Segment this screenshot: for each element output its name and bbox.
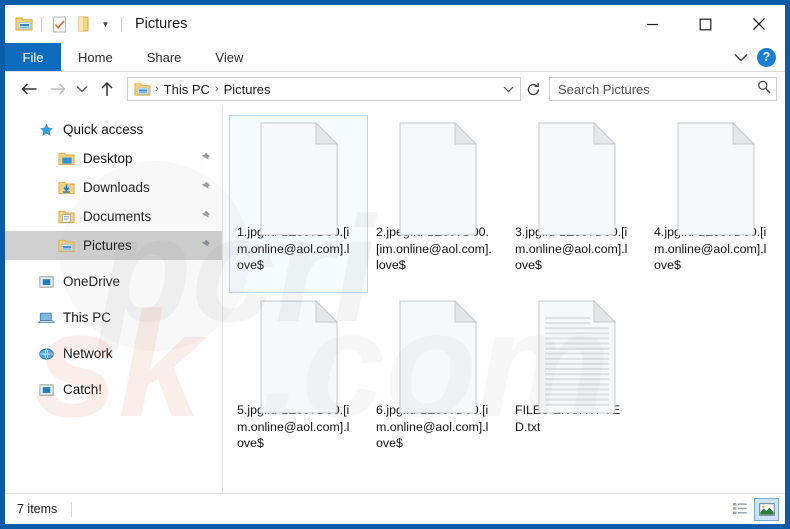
tab-view[interactable]: View: [198, 43, 260, 71]
network-icon: [37, 345, 55, 363]
file-tile[interactable]: 4.jpg.id-1E857D00.[im.online@aol.com].lo…: [646, 115, 785, 293]
sidebar-item-documents[interactable]: Documents: [5, 202, 222, 231]
file-tile[interactable]: 6.jpg.id-1E857D00.[im.online@aol.com].lo…: [368, 293, 507, 471]
chevron-down-icon[interactable]: [728, 44, 754, 70]
documents-folder-icon: [57, 208, 75, 226]
back-arrow-icon[interactable]: [15, 75, 43, 103]
up-arrow-icon[interactable]: [93, 75, 121, 103]
customize-qat-caret-icon[interactable]: ▼: [98, 15, 113, 33]
explorer-body: Quick access Desktop Downloads Documents Pic…: [5, 106, 785, 493]
search-placeholder: Search Pictures: [558, 82, 757, 97]
blank-file-icon: [538, 122, 616, 218]
properties-checkbox-icon[interactable]: [50, 15, 69, 34]
sidebar-item-label: Catch!: [63, 382, 212, 397]
sidebar-item-pictures[interactable]: Pictures: [5, 231, 222, 260]
qat-divider: [41, 17, 42, 32]
new-folder-icon[interactable]: [74, 15, 93, 34]
tab-home[interactable]: Home: [61, 43, 130, 71]
breadcrumb-item-this-pc[interactable]: This PC: [161, 82, 213, 97]
refresh-icon[interactable]: [521, 77, 545, 101]
help-button[interactable]: ?: [757, 48, 776, 67]
sidebar-item-quick-access[interactable]: Quick access: [5, 115, 222, 144]
sidebar-item-label: Quick access: [63, 122, 212, 137]
address-bar: › This PC › Pictures Search Pictures: [5, 72, 785, 106]
file-tile[interactable]: FILES ENCRYPTED.txt: [507, 293, 646, 471]
sidebar-item-label: Desktop: [83, 151, 198, 166]
sidebar-item-label: Pictures: [83, 238, 198, 253]
sidebar-item-onedrive[interactable]: OneDrive: [5, 267, 222, 296]
sidebar-item-label: Documents: [83, 209, 198, 224]
this-pc-icon: [37, 309, 55, 327]
address-dropdown-chevron-icon[interactable]: [498, 86, 518, 93]
file-tile[interactable]: 1.jpg.id-1E857D00.[im.online@aol.com].lo…: [229, 115, 368, 293]
sidebar-item-downloads[interactable]: Downloads: [5, 173, 222, 202]
pin-icon[interactable]: [198, 239, 212, 253]
star-pin-icon: [37, 121, 55, 139]
search-input[interactable]: Search Pictures: [549, 77, 777, 101]
ribbon-right-controls: ?: [728, 43, 785, 71]
qat-divider-2: [121, 17, 122, 32]
maximize-button[interactable]: [679, 5, 732, 43]
large-icons-view-button[interactable]: [754, 498, 779, 521]
pin-icon[interactable]: [198, 152, 212, 166]
status-bar: 7 items: [5, 493, 785, 524]
sidebar-item-label: Network: [63, 346, 212, 361]
window-title: Pictures: [135, 16, 187, 32]
breadcrumb-separator-0[interactable]: ›: [153, 83, 161, 95]
minimize-button[interactable]: [626, 5, 679, 43]
navigation-pane: Quick access Desktop Downloads Documents Pic…: [5, 106, 223, 493]
blank-file-icon: [677, 122, 755, 218]
catch-drive-icon: [37, 381, 55, 399]
blank-file-icon: [260, 300, 338, 396]
onedrive-icon: [37, 273, 55, 291]
pin-icon[interactable]: [198, 210, 212, 224]
breadcrumb-item-pictures[interactable]: Pictures: [221, 82, 274, 97]
sidebar-item-catch[interactable]: Catch!: [5, 375, 222, 404]
downloads-folder-icon: [57, 179, 75, 197]
view-buttons: [727, 498, 779, 521]
desktop-folder-icon: [57, 150, 75, 168]
pictures-folder-icon[interactable]: [14, 15, 33, 34]
breadcrumb-separator-1[interactable]: ›: [213, 83, 221, 95]
pin-icon[interactable]: [198, 181, 212, 195]
file-tile[interactable]: 5.jpg.id-1E857D00.[im.online@aol.com].lo…: [229, 293, 368, 471]
window-inner: ▼ Pictures File Home Share View ?: [5, 5, 785, 524]
ribbon-tab-bar: File Home Share View ?: [5, 43, 785, 72]
blank-file-icon: [399, 122, 477, 218]
caption-buttons: [626, 5, 785, 43]
file-grid: 1.jpg.id-1E857D00.[im.online@aol.com].lo…: [229, 115, 785, 471]
blank-file-icon: [260, 122, 338, 218]
text-file-icon: [538, 300, 616, 396]
recent-locations-chevron-icon[interactable]: [71, 75, 93, 103]
quick-access-toolbar: ▼: [5, 5, 125, 43]
breadcrumb-pictures-folder-icon[interactable]: [133, 80, 151, 98]
tab-share[interactable]: Share: [130, 43, 199, 71]
search-icon[interactable]: [757, 80, 771, 99]
sidebar-item-label: This PC: [63, 310, 212, 325]
title-bar: ▼ Pictures: [5, 5, 785, 43]
details-view-button[interactable]: [727, 498, 752, 521]
blank-file-icon: [399, 300, 477, 396]
sidebar-item-this-pc[interactable]: This PC: [5, 303, 222, 332]
file-list-pane[interactable]: 1.jpg.id-1E857D00.[im.online@aol.com].lo…: [223, 106, 785, 493]
status-divider: [71, 502, 72, 517]
item-count-label: 7 items: [17, 502, 57, 516]
sidebar-item-label: Downloads: [83, 180, 198, 195]
tab-file[interactable]: File: [5, 43, 61, 71]
close-button[interactable]: [732, 5, 785, 43]
sidebar-item-network[interactable]: Network: [5, 339, 222, 368]
pictures-folder-icon: [57, 237, 75, 255]
sidebar-item-desktop[interactable]: Desktop: [5, 144, 222, 173]
explorer-window: ▼ Pictures File Home Share View ?: [0, 0, 790, 529]
breadcrumb[interactable]: › This PC › Pictures: [127, 77, 521, 101]
file-tile[interactable]: 2.jpeg.id-1E857D00.[im.online@aol.com].l…: [368, 115, 507, 293]
file-tile[interactable]: 3.jpg.id-1E857D00.[im.online@aol.com].lo…: [507, 115, 646, 293]
forward-arrow-icon: [43, 75, 71, 103]
sidebar-item-label: OneDrive: [63, 274, 212, 289]
